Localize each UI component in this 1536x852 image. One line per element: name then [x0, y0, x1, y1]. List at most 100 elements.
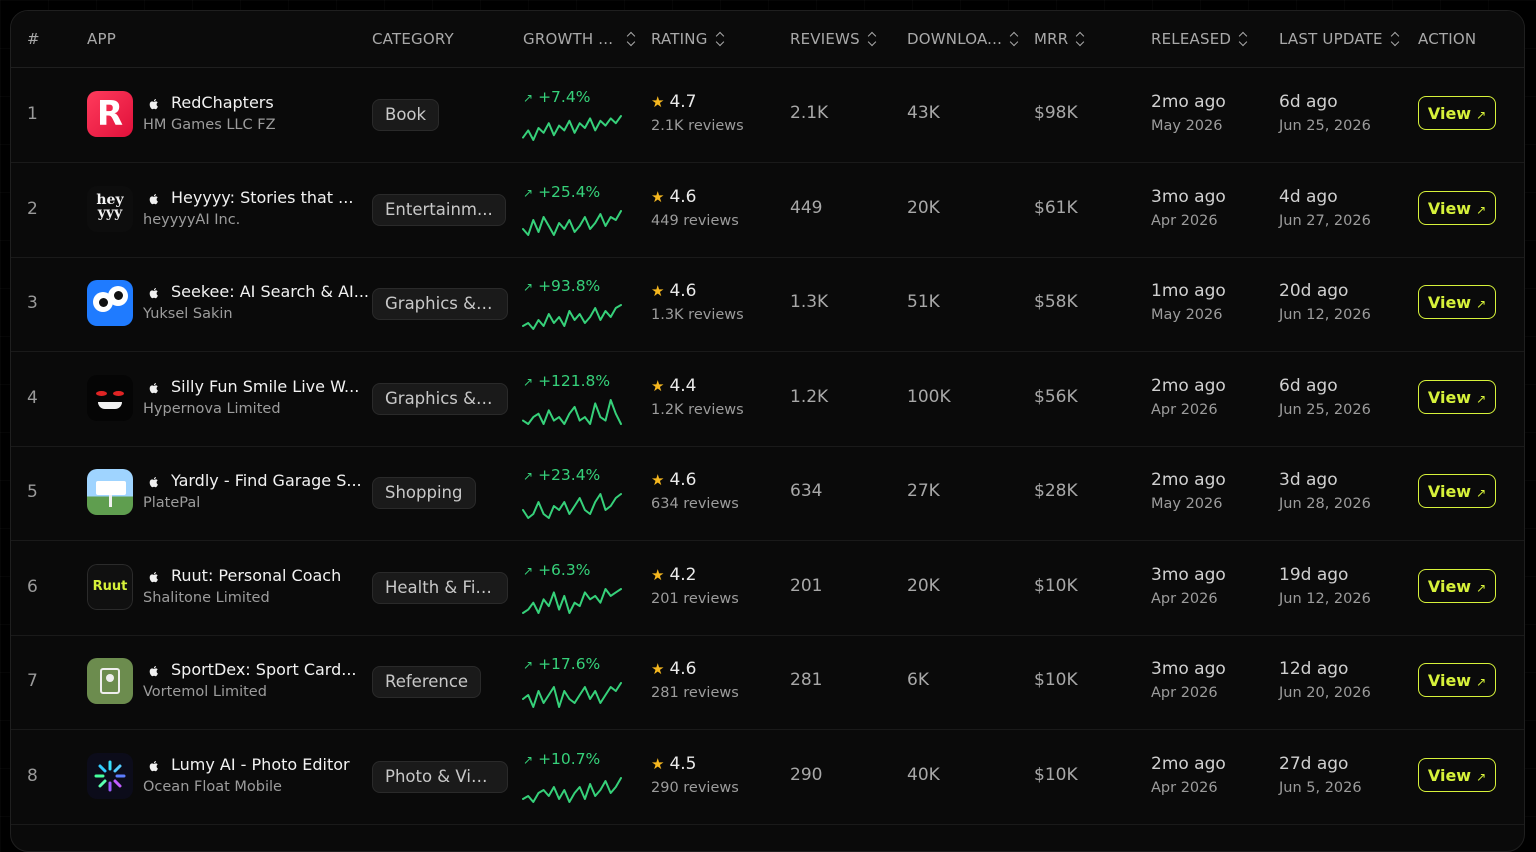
- apple-icon: [149, 99, 158, 110]
- rating-reviews: 1.3K reviews: [651, 307, 744, 323]
- rating-text: 4.6: [669, 470, 697, 490]
- view-button[interactable]: View ↗: [1418, 757, 1496, 792]
- yardly-icon: [87, 469, 133, 515]
- app-name[interactable]: Yardly - Find Garage S...: [171, 471, 362, 490]
- updated-ago: 6d ago: [1279, 375, 1338, 396]
- rank: 5: [27, 482, 38, 502]
- mrr-value: $10K: [1034, 764, 1078, 785]
- category-chip: Entertainm...: [372, 193, 506, 226]
- updated-date: Jun 25, 2026: [1279, 118, 1371, 134]
- mrr-value: $56K: [1034, 386, 1078, 407]
- app-name[interactable]: RedChapters: [171, 93, 274, 112]
- rating-value: ★ 4.6: [651, 470, 697, 490]
- growth-value: ↗ +17.6%: [523, 655, 600, 673]
- reviews-count: 449: [790, 197, 823, 218]
- updated-ago: 6d ago: [1279, 92, 1338, 112]
- category-chip: Reference: [372, 666, 482, 698]
- rank: 1: [27, 104, 38, 124]
- updated-ago: 20d ago: [1279, 281, 1349, 301]
- apps-table: # APP CATEGORY GROWTH ... RATING REVIEWS…: [10, 10, 1525, 852]
- trend-up-icon: ↗: [523, 469, 534, 483]
- app-name[interactable]: Heyyyy: Stories that ...: [171, 188, 353, 207]
- category-chip: Shopping: [372, 477, 476, 509]
- heyyyy-icon: hey yyy: [87, 185, 133, 232]
- header-growth[interactable]: GROWTH ...: [523, 11, 636, 67]
- sort-icon[interactable]: [868, 32, 877, 46]
- header-downloads-label: DOWNLOA...: [907, 30, 1003, 48]
- app-name[interactable]: Silly Fun Smile Live W...: [171, 377, 359, 396]
- view-button[interactable]: View ↗: [1418, 96, 1496, 130]
- header-downloads[interactable]: DOWNLOA...: [907, 11, 1019, 67]
- app-name[interactable]: Seekee: AI Search & AI...: [171, 282, 369, 301]
- table-row[interactable]: 6 Ruut Ruut: Personal Coach Shalitone Li…: [11, 541, 1524, 636]
- header-last-update[interactable]: LAST UPDATE: [1279, 11, 1400, 67]
- header-category: CATEGORY: [372, 30, 454, 48]
- trend-up-icon: ↗: [523, 752, 534, 767]
- view-button[interactable]: View ↗: [1418, 190, 1496, 225]
- view-button[interactable]: View ↗: [1418, 379, 1496, 414]
- rating-text: 4.7: [669, 92, 697, 112]
- released-date: Apr 2026: [1151, 401, 1218, 418]
- rating-text: 4.6: [669, 659, 697, 679]
- external-link-icon: ↗: [1476, 297, 1487, 311]
- table-row[interactable]: 2 hey yyy Heyyyy: Stories that ... heyyyy…: [11, 163, 1524, 258]
- header-mrr[interactable]: MRR: [1034, 11, 1085, 67]
- rank: 7: [27, 671, 38, 691]
- star-icon: ★: [651, 471, 665, 489]
- header-reviews[interactable]: REVIEWS: [790, 11, 877, 67]
- mrr-value: $28K: [1034, 481, 1078, 501]
- app-name[interactable]: SportDex: Sport Card...: [171, 660, 357, 679]
- rating-value: ★ 4.6: [651, 281, 697, 301]
- updated-date: Jun 5, 2026: [1279, 779, 1362, 796]
- updated-ago: 4d ago: [1279, 186, 1338, 207]
- growth-text: +17.6%: [538, 655, 601, 673]
- header-released[interactable]: RELEASED: [1151, 11, 1248, 67]
- sort-icon[interactable]: [1010, 32, 1019, 46]
- header-action: ACTION: [1418, 30, 1477, 48]
- growth-sparkline: [522, 493, 622, 519]
- view-button[interactable]: View ↗: [1418, 285, 1496, 319]
- external-link-icon: ↗: [1476, 675, 1487, 689]
- sort-icon[interactable]: [627, 32, 636, 46]
- growth-sparkline: [522, 682, 622, 708]
- sparkline-path: [522, 398, 622, 425]
- header-rating[interactable]: RATING: [651, 11, 725, 67]
- table-row[interactable]: 7 SportDex: Sport Card... Vortemol Limit…: [11, 635, 1524, 730]
- sort-icon[interactable]: [1391, 32, 1400, 46]
- view-button[interactable]: View ↗: [1418, 663, 1496, 697]
- sort-icon[interactable]: [716, 32, 725, 46]
- category-chip: Photo & Vid...: [372, 760, 508, 793]
- reviews-count: 1.2K: [790, 386, 829, 407]
- downloads-count: 27K: [907, 481, 940, 501]
- released-ago: 3mo ago: [1151, 659, 1226, 679]
- sort-icon[interactable]: [1239, 32, 1248, 46]
- app-name[interactable]: Lumy AI - Photo Editor: [171, 755, 350, 774]
- growth-text: +25.4%: [538, 182, 601, 201]
- view-label: View: [1427, 765, 1472, 785]
- star-icon: ★: [651, 187, 665, 206]
- rating-reviews: 290 reviews: [651, 779, 739, 796]
- released-date: Apr 2026: [1151, 590, 1218, 607]
- view-button[interactable]: View ↗: [1418, 474, 1496, 508]
- apple-icon: [149, 571, 158, 582]
- table-row[interactable]: 4 Silly Fun Smile Live W... Hypernova Li…: [11, 352, 1524, 447]
- growth-value: ↗ +23.4%: [523, 466, 600, 484]
- released-date: Apr 2026: [1151, 212, 1218, 229]
- growth-value: ↗ +7.4%: [523, 88, 590, 106]
- view-label: View: [1427, 293, 1472, 312]
- sort-icon[interactable]: [1076, 32, 1085, 46]
- table-row[interactable]: 3 Seekee: AI Search & AI... Yuksel Sakin…: [11, 257, 1524, 352]
- header-growth-label: GROWTH ...: [523, 30, 614, 48]
- view-button[interactable]: View ↗: [1418, 568, 1496, 603]
- table-row[interactable]: 8 Lumy AI - Photo Editor Ocean Float Mob…: [11, 730, 1524, 825]
- header-released-label: RELEASED: [1151, 30, 1232, 48]
- trend-up-icon: ↗: [523, 280, 534, 294]
- released-date: May 2026: [1151, 307, 1223, 323]
- growth-value: ↗ +10.7%: [523, 750, 600, 768]
- app-name[interactable]: Ruut: Personal Coach: [171, 566, 341, 585]
- downloads-count: 100K: [907, 386, 951, 407]
- external-link-icon: ↗: [1476, 769, 1487, 784]
- table-row[interactable]: 5 Yardly - Find Garage S... PlatePal Sho…: [11, 446, 1524, 541]
- table-row[interactable]: 1 R RedChapters HM Games LLC FZ Book ↗ +7…: [11, 68, 1524, 163]
- downloads-count: 6K: [907, 670, 929, 690]
